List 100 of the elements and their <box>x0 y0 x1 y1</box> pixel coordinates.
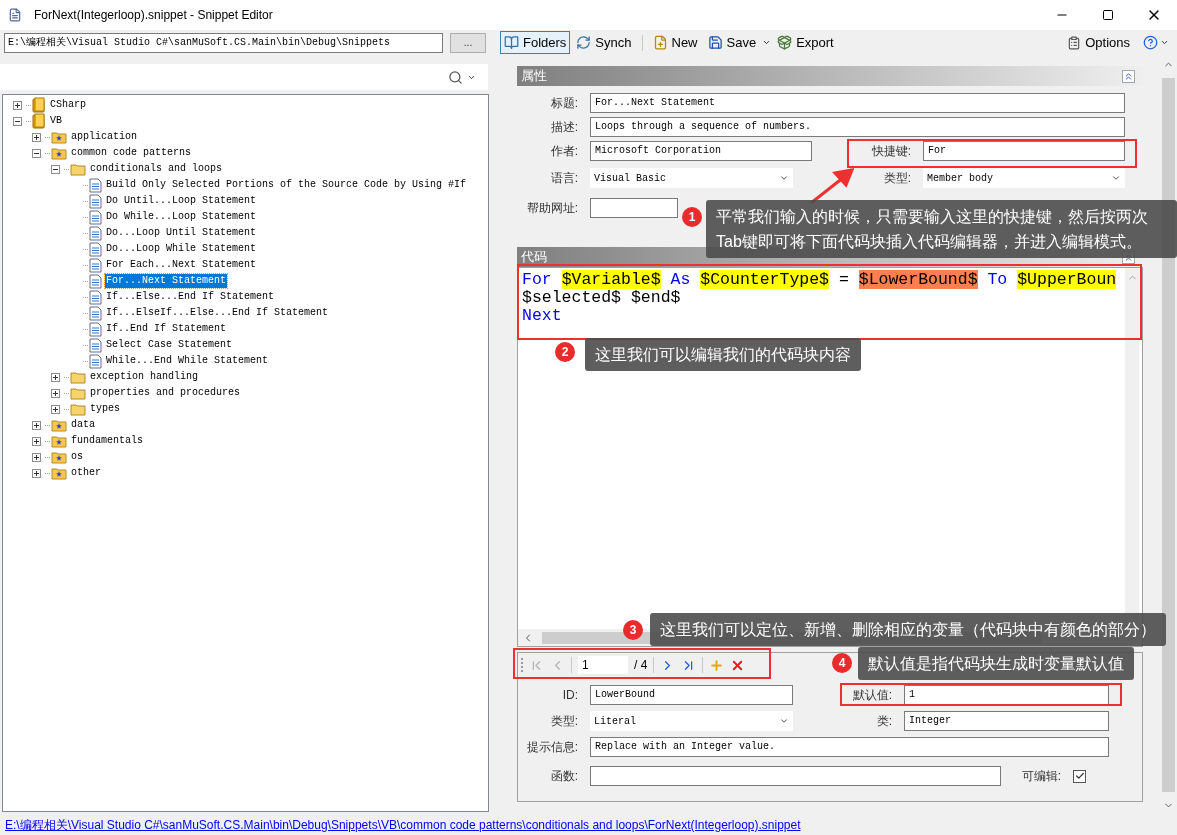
toolbar-button[interactable]: Save <box>703 31 761 54</box>
tree-item[interactable]: Do...Loop While Statement <box>105 242 258 256</box>
document-icon <box>89 225 102 241</box>
checkbox[interactable] <box>1073 769 1086 783</box>
field-label: 帮助网址: <box>525 200 579 217</box>
document-icon <box>8 8 22 22</box>
type-dropdown[interactable]: Member body <box>923 168 1125 188</box>
toolbar-button[interactable]: Export <box>773 31 838 54</box>
expand-icon[interactable] <box>32 452 41 462</box>
type-dropdown[interactable]: Literal <box>590 711 793 731</box>
expand-icon[interactable] <box>32 436 41 446</box>
step-badge: 4 <box>832 653 852 673</box>
field-label: 描述: <box>549 119 579 136</box>
document-icon <box>89 337 102 353</box>
collapse-icon[interactable] <box>13 116 22 126</box>
collapse-icon[interactable] <box>32 148 41 158</box>
folder-icon <box>70 370 86 384</box>
folder-icon <box>70 386 86 400</box>
search-icon[interactable] <box>448 69 463 85</box>
tooltip-field[interactable]: Replace with an Integer value. <box>590 737 1109 757</box>
expand-icon[interactable] <box>32 468 41 478</box>
tree-item[interactable]: other <box>70 466 102 480</box>
star-folder-icon <box>51 130 67 144</box>
file-path-link[interactable]: E:\编程相关\Visual Studio C#\sanMuSoft.CS.Main\bin\Debug\Snippets\VB\common code patterns\conditionals and loops\ForNext(Integerloop).snippet <box>5 816 801 834</box>
title-field[interactable]: For...Next Statement <box>590 93 1125 113</box>
toolbar-button[interactable]: Folders <box>500 31 571 54</box>
star-folder-icon <box>51 434 67 448</box>
description-field[interactable]: Loops through a sequence of numbers. <box>590 117 1125 137</box>
code-line: Next <box>522 307 562 325</box>
author-field[interactable]: Microsoft Corporation <box>590 141 812 161</box>
sync-icon <box>576 35 592 50</box>
tree-item[interactable]: If..End If Statement <box>105 322 228 336</box>
browse-button[interactable]: ... <box>450 32 486 53</box>
help-url-field[interactable] <box>590 198 678 218</box>
field-label: 默认值: <box>851 687 893 704</box>
toolbar-button[interactable]: Options <box>1064 31 1133 54</box>
field-label: 标题: <box>549 95 579 112</box>
tree-item[interactable]: conditionals and loops <box>89 162 224 176</box>
tree-item[interactable]: properties and procedures <box>89 386 242 400</box>
field-label: ID: <box>561 687 579 704</box>
shortcut-field[interactable]: For <box>923 141 1125 161</box>
id-field[interactable]: LowerBound <box>590 685 793 705</box>
expand-icon[interactable] <box>32 420 41 430</box>
language-dropdown[interactable]: Visual Basic <box>590 168 793 188</box>
tree-item[interactable]: os <box>70 450 84 464</box>
field-label: 可编辑: <box>1020 768 1062 785</box>
folder-icon <box>70 162 86 176</box>
tree-item[interactable]: types <box>89 402 121 416</box>
tree-item[interactable]: For...Next Statement <box>105 274 228 288</box>
tree-item[interactable]: Build Only Selected Portions of the Source Code by Using #If <box>105 178 468 192</box>
field-label: 类型: <box>549 713 579 730</box>
scroll-thumb[interactable] <box>1162 78 1175 792</box>
panel-title: 代码 <box>521 248 547 267</box>
tree-item[interactable]: Do...Loop Until Statement <box>105 226 258 240</box>
save-icon <box>707 35 723 50</box>
document-icon <box>89 305 102 321</box>
toolbar-button[interactable]: New <box>648 31 702 54</box>
document-icon <box>89 321 102 337</box>
tree-item[interactable]: While...End While Statement <box>105 354 270 368</box>
tree-item[interactable]: data <box>70 418 96 432</box>
annotation-tooltip: 这里我们可以定位、新增、删除相应的变量（代码块中有颜色的部分） <box>650 613 1166 646</box>
tree-item[interactable]: application <box>70 130 138 144</box>
tree-item[interactable]: VB <box>49 114 63 128</box>
class-field[interactable]: Integer <box>904 711 1109 731</box>
annotation-tooltip: 平常我们输入的时候，只需要输入这里的快捷键，然后按两次Tab键即可将下面代码块插入代码编辑器，并进入编辑模式。 <box>706 200 1177 258</box>
options-icon <box>1067 35 1082 50</box>
help-icon[interactable] <box>1143 35 1158 50</box>
tree-item[interactable]: fundamentals <box>70 434 144 448</box>
function-field[interactable] <box>590 766 1001 786</box>
tree-item[interactable]: Do While...Loop Statement <box>105 210 258 224</box>
field-label: 类: <box>875 713 893 730</box>
folder-icon <box>70 402 86 416</box>
tree-item[interactable]: If...ElseIf...Else...End If Statement <box>105 306 330 320</box>
expand-icon[interactable] <box>32 132 41 142</box>
toolbar-button[interactable]: Synch <box>572 31 636 54</box>
expand-icon[interactable] <box>51 372 60 382</box>
expand-icon[interactable] <box>13 100 22 110</box>
field-label: 作者: <box>549 143 579 160</box>
collapse-icon[interactable] <box>51 164 60 174</box>
default-value-field[interactable]: 1 <box>904 685 1109 705</box>
tree-item[interactable]: If...Else...End If Statement <box>105 290 276 304</box>
star-folder-icon <box>51 418 67 432</box>
tree-item[interactable]: common code patterns <box>70 146 193 160</box>
tree-item[interactable]: Select Case Statement <box>105 338 234 352</box>
window-title: ForNext(Integerloop).snippet - Snippet Editor <box>34 7 273 24</box>
path-field[interactable]: E:\编程相关\Visual Studio C#\sanMuSoft.CS.Main\bin\Debug\Snippets <box>4 32 443 53</box>
tree-item[interactable]: Do Until...Loop Statement <box>105 194 258 208</box>
code-line: For $Variable$ As $CounterType$ = $LowerBound$ To $UpperBoun <box>522 271 1117 289</box>
expand-icon[interactable] <box>51 404 60 414</box>
document-icon <box>89 353 102 369</box>
position-field[interactable]: 1 <box>578 656 628 674</box>
tree-item[interactable]: exception handling <box>89 370 200 384</box>
field-label: 类型: <box>882 170 912 187</box>
document-icon <box>89 177 102 193</box>
tree-item[interactable]: CSharp <box>49 98 87 112</box>
expand-icon[interactable] <box>51 388 60 398</box>
step-badge: 1 <box>682 207 702 227</box>
field-label: 语言: <box>549 170 579 187</box>
tree-item[interactable]: For Each...Next Statement <box>105 258 258 272</box>
star-folder-icon <box>51 450 67 464</box>
